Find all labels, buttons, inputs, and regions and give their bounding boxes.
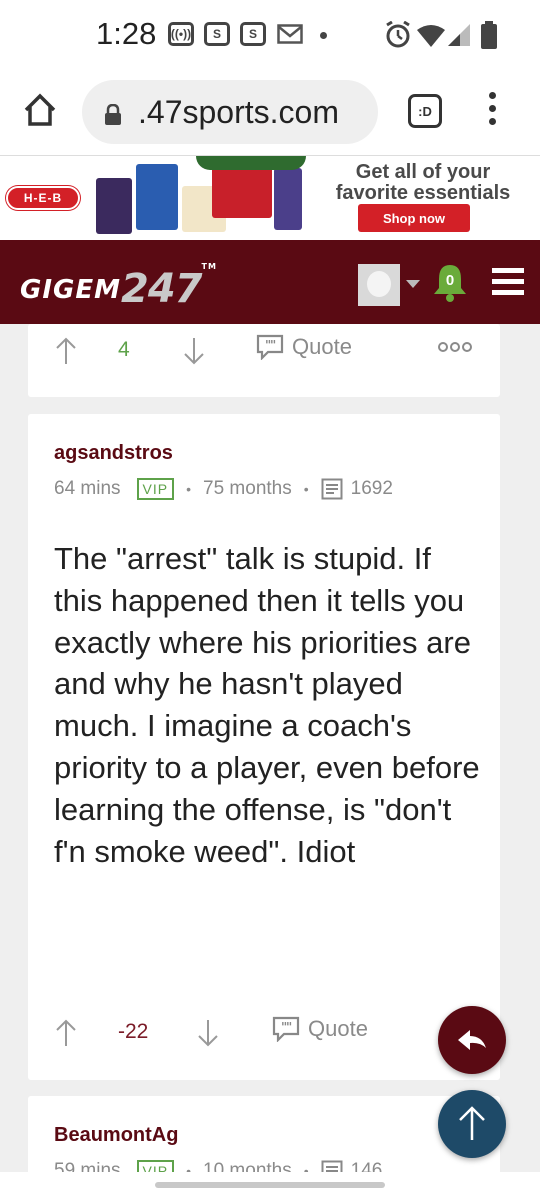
- shop-now-button[interactable]: Shop now: [358, 204, 470, 232]
- post-author[interactable]: agsandstros: [54, 442, 173, 465]
- s-app-icon: S: [240, 22, 266, 46]
- home-icon[interactable]: [20, 90, 60, 130]
- lock-icon: [105, 104, 121, 125]
- ad-banner[interactable]: H-E-B Get all of your favorite essential…: [0, 156, 540, 240]
- reply-button[interactable]: [438, 1006, 506, 1074]
- post-meta: 64 mins VIP • 75 months • 1692: [54, 478, 393, 500]
- signal-icon: [448, 24, 470, 46]
- s-app-icon: S: [204, 22, 230, 46]
- battery-icon: [481, 21, 497, 49]
- quote-label: Quote: [292, 334, 352, 359]
- quote-label: Quote: [308, 1016, 368, 1041]
- chevron-down-icon[interactable]: [406, 280, 420, 288]
- address-bar[interactable]: .47sports.com: [82, 80, 378, 144]
- logo-number: 247: [121, 266, 202, 312]
- status-time: 1:28: [96, 16, 157, 51]
- post-count: 1692: [350, 478, 393, 499]
- svg-text:": ": [286, 1020, 292, 1034]
- vip-badge: VIP: [136, 478, 175, 500]
- downvote-arrow-icon[interactable]: [196, 1018, 220, 1048]
- gmail-icon: [277, 24, 303, 44]
- browser-toolbar: .47sports.com :D: [0, 72, 540, 156]
- quote-icon: " ": [272, 1016, 300, 1042]
- post-body: The "arrest" talk is stupid. If this hap…: [54, 541, 480, 869]
- vote-count: -22: [118, 1020, 149, 1043]
- vote-row: -22 " " Quote: [28, 1012, 500, 1052]
- dot-icon: [320, 32, 327, 39]
- downvote-arrow-icon[interactable]: [182, 336, 206, 366]
- gesture-handle[interactable]: [155, 1182, 385, 1188]
- hamburger-menu-icon[interactable]: [492, 268, 524, 296]
- status-bar: 1:28 ((•)) S S: [0, 0, 540, 72]
- alarm-icon: [386, 21, 410, 48]
- post-card: 4 " " Quote: [28, 324, 500, 397]
- ad-headline: Get all of your favorite essentials: [335, 161, 511, 204]
- site-logo[interactable]: GIGEM247TM: [20, 262, 217, 312]
- svg-text:": ": [270, 338, 276, 352]
- upvote-arrow-icon[interactable]: [54, 336, 78, 366]
- post-time: 64 mins: [54, 478, 121, 499]
- heb-logo: H-E-B: [6, 186, 80, 210]
- trademark: TM: [201, 262, 217, 271]
- more-options-icon[interactable]: [438, 342, 478, 354]
- browser-menu-icon[interactable]: [482, 92, 502, 132]
- vote-row: 4 " " Quote: [28, 330, 500, 370]
- post-count-icon: [321, 478, 343, 500]
- arrow-up-icon: [459, 1106, 485, 1140]
- scroll-to-top-button[interactable]: [438, 1090, 506, 1158]
- upvote-arrow-icon[interactable]: [54, 1018, 78, 1048]
- reply-arrow-icon: [458, 1030, 486, 1050]
- tab-switcher-button[interactable]: :D: [408, 94, 442, 128]
- membership-duration: 75 months: [203, 478, 292, 499]
- radio-icon: ((•)): [168, 22, 194, 46]
- logo-text: GIGEM: [20, 275, 121, 305]
- url-text: .47sports.com: [138, 94, 339, 130]
- notification-bell-icon[interactable]: 0: [432, 262, 468, 302]
- quote-button[interactable]: " " Quote: [272, 1016, 368, 1042]
- quote-icon: " ": [256, 334, 284, 360]
- vote-count: 4: [118, 338, 130, 361]
- wifi-icon: [417, 25, 445, 47]
- post-author[interactable]: BeaumontAg: [54, 1124, 178, 1147]
- quote-button[interactable]: " " Quote: [256, 334, 352, 360]
- avatar[interactable]: [358, 264, 400, 306]
- navigation-bar: [0, 1172, 540, 1200]
- post-card: agsandstros 64 mins VIP • 75 months • 16…: [28, 414, 500, 1080]
- notification-count: 0: [445, 272, 455, 289]
- product-images: [96, 156, 306, 240]
